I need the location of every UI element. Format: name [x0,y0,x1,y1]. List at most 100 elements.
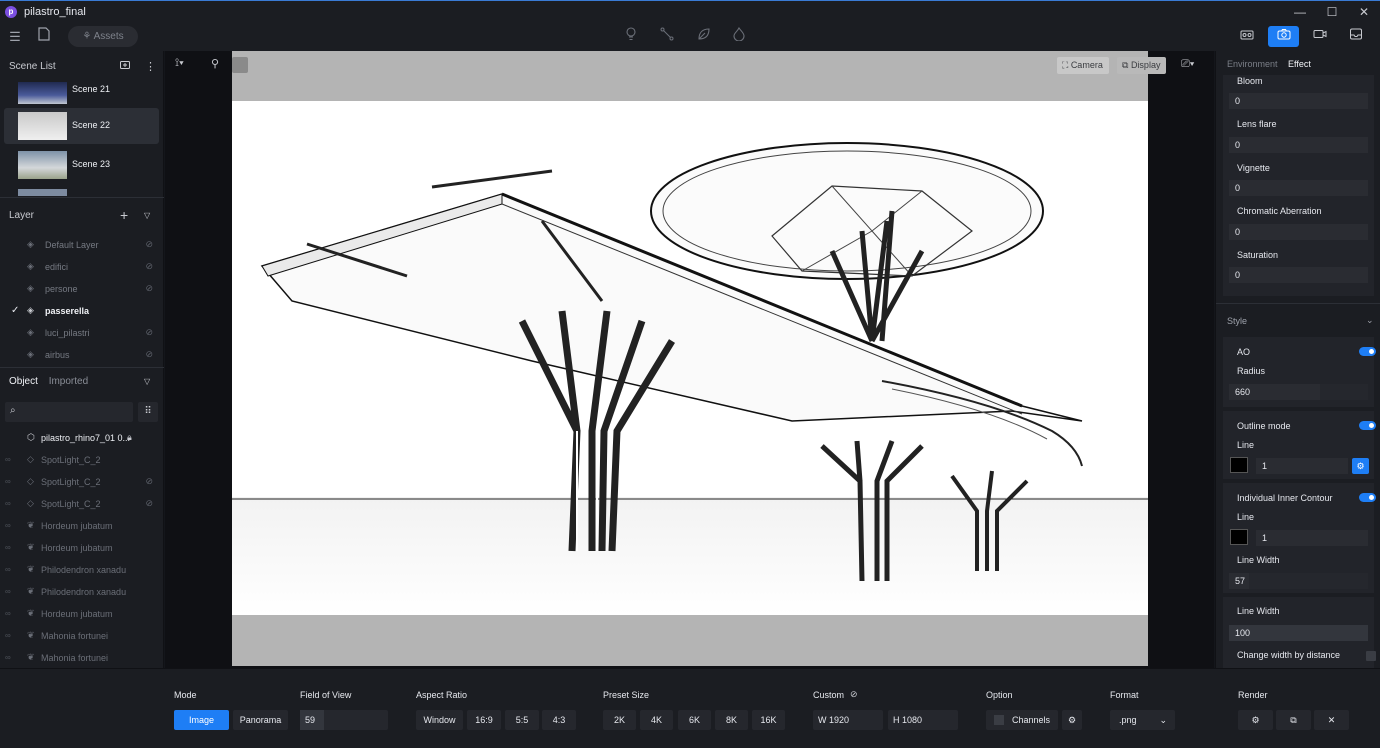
eye-hidden-icon[interactable]: ⊘ [145,327,153,338]
collapse-chevron-icon[interactable]: ⌄ [1366,315,1374,326]
path-icon[interactable] [657,27,677,47]
tab-imported[interactable]: Imported [49,376,88,387]
line-field[interactable]: 1 [1256,458,1348,474]
unlink-icon[interactable]: ⊘ [850,689,858,700]
scene-item-21[interactable]: Scene 21 [4,70,159,106]
object-item[interactable]: ∞ ❦ Mahonia fortunei [0,625,164,647]
scene-camera-button[interactable] [1231,26,1262,47]
aspect-16-9-button[interactable]: 16:9 [467,710,501,730]
video-render-button[interactable] [1304,26,1335,47]
ao-toggle[interactable] [1359,347,1376,356]
tab-object[interactable]: Object [9,376,38,387]
maximize-button[interactable]: ☐ [1316,1,1348,23]
channels-option[interactable]: Channels [986,710,1058,730]
vignette-field[interactable]: 0 [1229,180,1368,196]
transform-tool-icon[interactable]: ⟟▾ [175,57,184,75]
display-button[interactable]: ⧉ Display [1117,57,1167,74]
aspect-5-5-button[interactable]: 5:5 [505,710,539,730]
object-item[interactable]: ∞ ◇ SpotLight_C_2 ⊘ [0,493,164,515]
object-item[interactable]: ∞ ❦ Hordeum jubatum [0,515,164,537]
preset-2k-button[interactable]: 2K [603,710,636,730]
viewport-settings-icon[interactable]: ⎚▾ [1181,58,1194,76]
object-item[interactable]: ⬡ pilastro_rhino7_01 0... 🔒︎ [0,427,164,449]
line-settings-icon[interactable]: ⚙ [1352,458,1369,474]
close-window-button[interactable]: ✕ [1348,1,1380,23]
layer-item-airbus[interactable]: ◈ airbus ⊘ [0,344,164,366]
preset-16k-button[interactable]: 16K [752,710,785,730]
render-queue-icon[interactable]: ⧉ [1276,710,1311,730]
radius-field[interactable]: 660 [1229,384,1320,400]
new-file-icon[interactable] [34,27,54,47]
object-item[interactable]: ∞ ❦ Mahonia fortunei [0,647,164,669]
change-width-checkbox[interactable] [1366,651,1376,661]
output-inbox-button[interactable] [1340,26,1371,47]
viewport[interactable]: ⟟▾ ⚲ ⛶ Camera ⧉ Display ⎚▾ [165,51,1214,668]
line-color-swatch[interactable] [1230,457,1248,473]
aspect-window-button[interactable]: Window [416,710,463,730]
saturation-field[interactable]: 0 [1229,267,1368,283]
camera-button[interactable]: ⛶ Camera [1057,57,1109,74]
eye-hidden-icon[interactable]: ⊘ [145,498,153,509]
tab-effect[interactable]: Effect [1288,59,1311,69]
hamburger-menu-icon[interactable]: ☰ [5,27,25,47]
gizmo-icon[interactable]: ⚲ [211,57,219,75]
line-width-slider-track[interactable] [1249,573,1368,589]
layer-item-persone[interactable]: ◈ persone ⊘ [0,278,164,300]
bloom-field[interactable]: 0 [1229,93,1368,109]
filter-icon[interactable]: ▽ [144,211,150,220]
scene-item-22[interactable]: Scene 22 [4,108,159,144]
object-item[interactable]: ∞ ❦ Philodendron xanadu [0,581,164,603]
minimize-button[interactable]: — [1284,1,1316,23]
mode-image-button[interactable]: Image [174,710,229,730]
channels-settings-icon[interactable]: ⚙ [1062,710,1082,730]
line2-color-swatch[interactable] [1230,529,1248,545]
custom-height-field[interactable]: H 1080 [888,710,958,730]
tab-environment[interactable]: Environment [1227,59,1278,69]
eye-hidden-icon[interactable]: ⊘ [145,349,153,360]
aspect-4-3-button[interactable]: 4:3 [542,710,576,730]
object-item[interactable]: ∞ ◇ SpotLight_C_2 ⊘ [0,471,164,493]
layer-item-default[interactable]: ◈ Default Layer ⊘ [0,234,164,256]
inner-contour-toggle[interactable] [1359,493,1376,502]
line2-field[interactable]: 1 [1256,530,1368,546]
preset-4k-button[interactable]: 4K [640,710,673,730]
eye-hidden-icon[interactable]: ⊘ [145,476,153,487]
custom-width-field[interactable]: W 1920 [813,710,883,730]
channels-checkbox[interactable] [994,715,1004,725]
layer-item-passerella[interactable]: ✓ ◈ passerella [0,300,164,322]
object-item[interactable]: ∞ ❦ Hordeum jubatum [0,537,164,559]
mode-panorama-button[interactable]: Panorama [233,710,288,730]
leaf-icon[interactable] [694,27,714,47]
chromatic-aberration-field[interactable]: 0 [1229,224,1368,240]
flame-icon[interactable] [729,26,749,47]
eye-hidden-icon[interactable]: ⊘ [145,239,153,250]
grid-view-icon[interactable]: ⠿ [138,402,158,422]
lens-flare-field[interactable]: 0 [1229,137,1368,153]
add-layer-icon[interactable]: + [120,207,128,223]
layer-item-luci-pilastri[interactable]: ◈ luci_pilastri ⊘ [0,322,164,344]
lightbulb-icon[interactable] [621,27,641,47]
object-item[interactable]: ∞ ❦ Philodendron xanadu [0,559,164,581]
object-item[interactable]: ∞ ◇ SpotLight_C_2 [0,449,164,471]
line-width2-field[interactable]: 100 [1229,625,1368,641]
format-select[interactable]: .png ⌄ [1110,710,1175,730]
lock-icon[interactable]: 🔒︎ [127,432,132,443]
line-width-field[interactable]: 57 [1229,573,1249,589]
preset-8k-button[interactable]: 8K [715,710,748,730]
object-search-input[interactable]: ⌕ [5,402,133,422]
fov-field[interactable]: 59 [300,710,388,730]
object-filter-icon[interactable]: ▽ [144,377,150,386]
layer-item-edifici[interactable]: ◈ edifici ⊘ [0,256,164,278]
scene-item-23[interactable]: Scene 23 [4,147,159,183]
outline-mode-toggle[interactable] [1359,421,1376,430]
paint-tool-icon[interactable] [232,57,248,73]
assets-button[interactable]: ⚘ Assets [68,26,138,47]
preset-6k-button[interactable]: 6K [678,710,711,730]
radius-slider-track[interactable] [1320,384,1368,400]
eye-hidden-icon[interactable]: ⊘ [145,283,153,294]
image-render-button[interactable] [1268,26,1299,47]
render-close-icon[interactable]: ✕ [1314,710,1349,730]
object-item[interactable]: ∞ ❦ Hordeum jubatum [0,603,164,625]
render-settings-icon[interactable]: ⚙ [1238,710,1273,730]
eye-hidden-icon[interactable]: ⊘ [145,261,153,272]
